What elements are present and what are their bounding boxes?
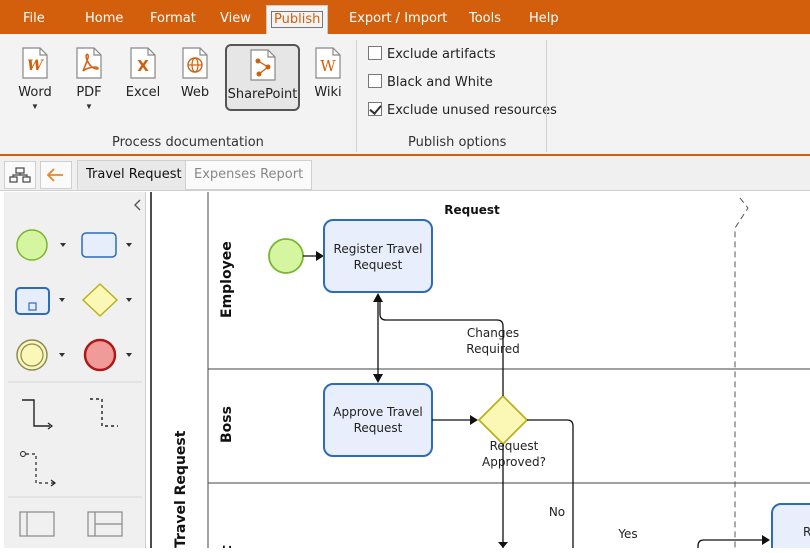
pdf-label: PDF	[76, 85, 102, 100]
wiki-label: Wiki	[314, 85, 342, 100]
collapse-palette-icon[interactable]	[134, 199, 141, 211]
start-event[interactable]	[268, 238, 304, 274]
task-dropdown-icon[interactable]	[126, 243, 132, 247]
option-exclude-artifacts[interactable]: Exclude artifacts	[368, 46, 496, 64]
exclude-artifacts-checkbox[interactable]	[368, 46, 382, 60]
sharepoint-button[interactable]: SharePoint	[225, 44, 300, 111]
task-register-line2: Request	[354, 258, 403, 272]
black-and-white-checkbox[interactable]	[368, 74, 382, 88]
message-flow-connector[interactable]	[90, 398, 118, 427]
menu-export-import[interactable]: Export / Import	[349, 0, 447, 34]
svg-text:W: W	[27, 58, 44, 74]
pdf-icon	[76, 47, 102, 79]
end-event-shape[interactable]	[83, 338, 117, 372]
gateway-label-line1: Request	[490, 439, 539, 453]
menu-view[interactable]: View	[220, 0, 251, 34]
ribbon-divider	[356, 40, 357, 152]
gateway-label-line2: Approved?	[482, 455, 546, 469]
menu-format[interactable]: Format	[150, 0, 196, 34]
diagram-canvas[interactable]: Travel Request Employee Boss t Request R…	[150, 192, 810, 553]
ribbon: W Word ▼ PDF ▼ X Excel Web SharePoint W …	[0, 34, 810, 154]
web-button[interactable]: Web	[170, 44, 220, 144]
word-label: Word	[18, 85, 52, 100]
sequence-flow-connector[interactable]	[22, 399, 50, 427]
word-dropdown-icon[interactable]: ▼	[10, 102, 60, 111]
sharepoint-label: SharePoint	[227, 87, 298, 102]
pool-shape[interactable]	[19, 511, 55, 537]
task-register-travel-request[interactable]	[323, 219, 433, 293]
svg-text:W: W	[320, 57, 336, 75]
bpmn-diagram: Travel Request Employee Boss t Request R…	[150, 192, 810, 553]
hierarchy-button[interactable]	[4, 161, 36, 189]
excel-button[interactable]: X Excel	[118, 44, 168, 144]
svg-text:X: X	[137, 57, 149, 75]
menu-tools[interactable]: Tools	[469, 0, 501, 34]
gateway-shape[interactable]	[81, 282, 119, 318]
web-label: Web	[180, 85, 210, 100]
gateway-request-approved[interactable]	[477, 394, 529, 446]
web-icon	[182, 47, 208, 79]
word-button[interactable]: W Word ▼	[10, 44, 60, 144]
palette-shapes	[8, 199, 142, 537]
lane-boss-label: Boss	[219, 406, 235, 443]
pool-title: Travel Request	[173, 430, 189, 548]
back-button[interactable]	[40, 161, 72, 189]
flow-changes-line2: Required	[466, 342, 519, 356]
pdf-button[interactable]: PDF ▼	[64, 44, 114, 144]
flow-no-label: No	[549, 505, 565, 519]
hierarchy-icon	[9, 167, 31, 183]
phase-title: Request	[444, 203, 500, 217]
menu-file[interactable]: File	[23, 0, 45, 34]
menu-bar: File Home Format View Publish Export / I…	[0, 0, 810, 34]
pdf-dropdown-icon[interactable]: ▼	[64, 102, 114, 111]
task-partial-line1: R	[803, 525, 810, 539]
start-event-dropdown-icon[interactable]	[60, 243, 66, 247]
flow-changes-line1: Changes	[467, 326, 519, 340]
option-black-and-white[interactable]: Black and White	[368, 74, 493, 92]
task-shape[interactable]	[81, 232, 117, 258]
exclude-artifacts-label: Exclude artifacts	[387, 47, 496, 62]
end-event-dropdown-icon[interactable]	[126, 353, 132, 357]
task-approve-line1: Approve Travel	[333, 405, 422, 419]
excel-label: Excel	[125, 85, 161, 100]
word-icon: W	[22, 47, 48, 79]
start-event-shape[interactable]	[16, 229, 48, 261]
sharepoint-icon	[249, 49, 276, 81]
document-tab-bar: Travel Request Expenses Report	[0, 156, 810, 191]
gateway-dropdown-icon[interactable]	[126, 298, 132, 302]
wiki-icon: W	[315, 47, 341, 79]
menu-publish[interactable]: Publish	[266, 5, 329, 34]
exclude-unused-resources-checkbox[interactable]	[368, 102, 382, 116]
back-arrow-icon	[46, 168, 63, 182]
tab-expenses-report[interactable]: Expenses Report	[185, 160, 313, 190]
association-connector[interactable]	[26, 453, 54, 484]
lane-employee-label: Employee	[219, 241, 235, 318]
task-approve-line2: Request	[354, 421, 403, 435]
wiki-button[interactable]: W Wiki	[303, 44, 353, 144]
subprocess-dropdown-icon[interactable]	[59, 298, 65, 302]
exclude-unused-resources-label: Exclude unused resources	[387, 103, 557, 118]
group-process-documentation: Process documentation	[112, 135, 264, 150]
shape-palette	[4, 192, 146, 548]
menu-home[interactable]: Home	[85, 0, 123, 34]
intermediate-event-dropdown-icon[interactable]	[59, 353, 65, 357]
phase-divider	[734, 197, 749, 548]
option-exclude-unused-resources[interactable]: Exclude unused resources	[368, 102, 557, 120]
flow-yes-label: Yes	[617, 527, 637, 541]
task-register-line1: Register Travel	[334, 242, 423, 256]
menu-help[interactable]: Help	[529, 0, 559, 34]
black-and-white-label: Black and White	[387, 75, 493, 90]
task-approve-travel-request[interactable]	[323, 383, 433, 457]
menu-publish-label: Publish	[271, 11, 324, 28]
excel-icon: X	[130, 47, 156, 79]
tab-travel-request[interactable]: Travel Request	[77, 160, 191, 190]
group-publish-options: Publish options	[408, 135, 507, 150]
ribbon-divider-2	[546, 40, 547, 152]
